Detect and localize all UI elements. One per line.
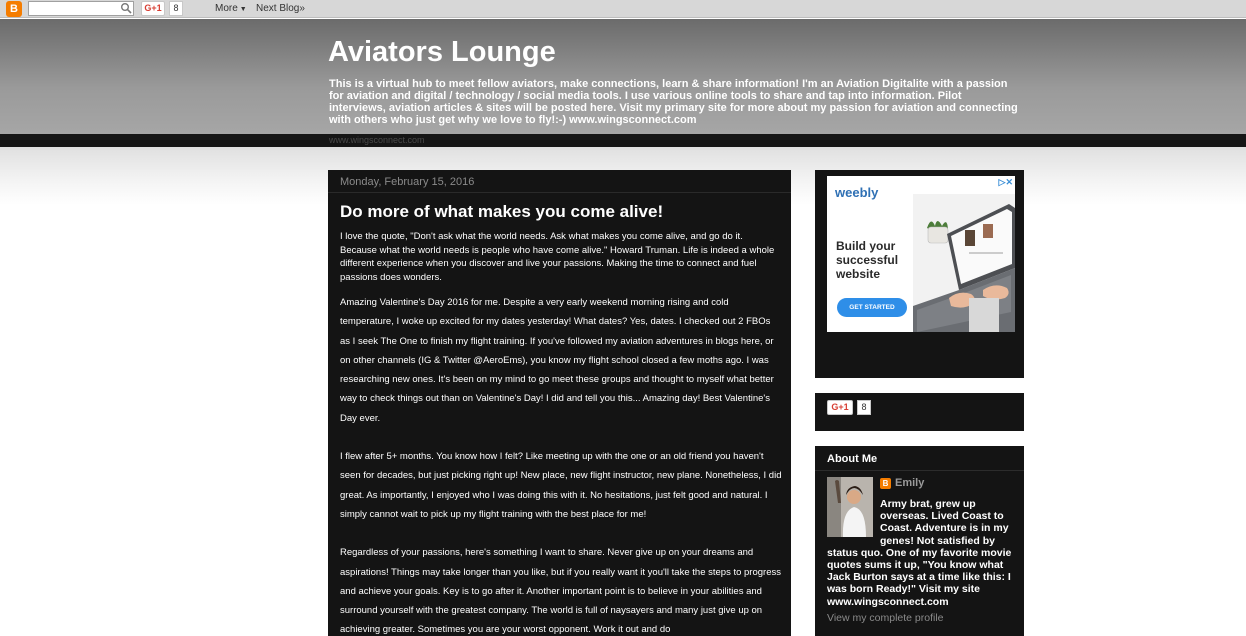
gplus-button[interactable]: G+1	[141, 1, 165, 16]
gplus-widget: G+1 8	[141, 1, 183, 16]
search-icon[interactable]	[120, 2, 132, 14]
blog-title[interactable]: Aviators Lounge	[328, 36, 556, 69]
blogger-navbar: B G+1 8 More ▼ Next Blog»	[0, 0, 1246, 18]
post-paragraph: Amazing Valentine's Day 2016 for me. Des…	[340, 297, 774, 424]
post-intro: I love the quote, "Don't ask what the wo…	[340, 231, 775, 283]
divider	[815, 470, 1024, 471]
blogger-logo-icon[interactable]: B	[6, 1, 22, 17]
view-complete-profile-link[interactable]: View my complete profile	[827, 612, 944, 624]
about-me-widget: About Me B Emily Army brat, grew up over…	[815, 446, 1024, 636]
about-me-title: About Me	[827, 453, 878, 465]
post-title[interactable]: Do more of what makes you come alive!	[340, 202, 663, 222]
gplus-widget: G+1 8	[827, 400, 871, 415]
ad-widget: weebly ▷✕ Build your successful website …	[815, 170, 1024, 378]
site-link[interactable]: www.wingsconnect.com	[329, 135, 425, 145]
laptop-illustration-icon	[913, 194, 1015, 332]
ad-headline: Build your successful website	[836, 239, 899, 281]
ad-choices-icon[interactable]: ▷✕	[999, 177, 1013, 188]
gplus-button[interactable]: G+1	[827, 400, 853, 415]
profile-name-link[interactable]: B Emily	[880, 477, 924, 489]
more-menu[interactable]: More ▼	[215, 2, 247, 16]
gplus-sidebar-widget: G+1 8	[815, 393, 1024, 431]
profile-bio-rest: status quo. One of my favorite movie quo…	[827, 546, 1012, 608]
next-blog-link[interactable]: Next Blog»	[256, 2, 305, 15]
more-label: More	[215, 3, 238, 14]
header-tabs-bar: www.wingsconnect.com	[0, 134, 1246, 147]
gplus-count: 8	[857, 400, 871, 415]
profile-bio-top: Army brat, grew up overseas. Lived Coast…	[880, 498, 1009, 547]
post-paragraph: I flew after 5+ months. You know how I f…	[340, 451, 782, 520]
ad-get-started-button[interactable]: GET STARTED	[837, 298, 907, 317]
post-body: I love the quote, "Don't ask what the wo…	[340, 230, 782, 636]
blog-header: Aviators Lounge This is a virtual hub to…	[0, 19, 1246, 134]
profile-bio: Army brat, grew up overseas. Lived Coast…	[827, 498, 1017, 608]
ad-brand: weebly	[835, 185, 879, 200]
profile-name: Emily	[895, 477, 925, 489]
post-column: Monday, February 15, 2016 Do more of wha…	[328, 170, 791, 636]
post-paragraph: Regardless of your passions, here's some…	[340, 547, 781, 636]
blog-description: This is a virtual hub to meet fellow avi…	[329, 78, 1018, 126]
caret-down-icon: ▼	[239, 6, 247, 13]
search-input[interactable]	[28, 1, 134, 16]
post-date: Monday, February 15, 2016	[328, 170, 791, 193]
gplus-count: 8	[169, 1, 183, 16]
weebly-ad[interactable]: weebly ▷✕ Build your successful website …	[827, 176, 1015, 332]
blogger-profile-icon: B	[880, 477, 891, 489]
